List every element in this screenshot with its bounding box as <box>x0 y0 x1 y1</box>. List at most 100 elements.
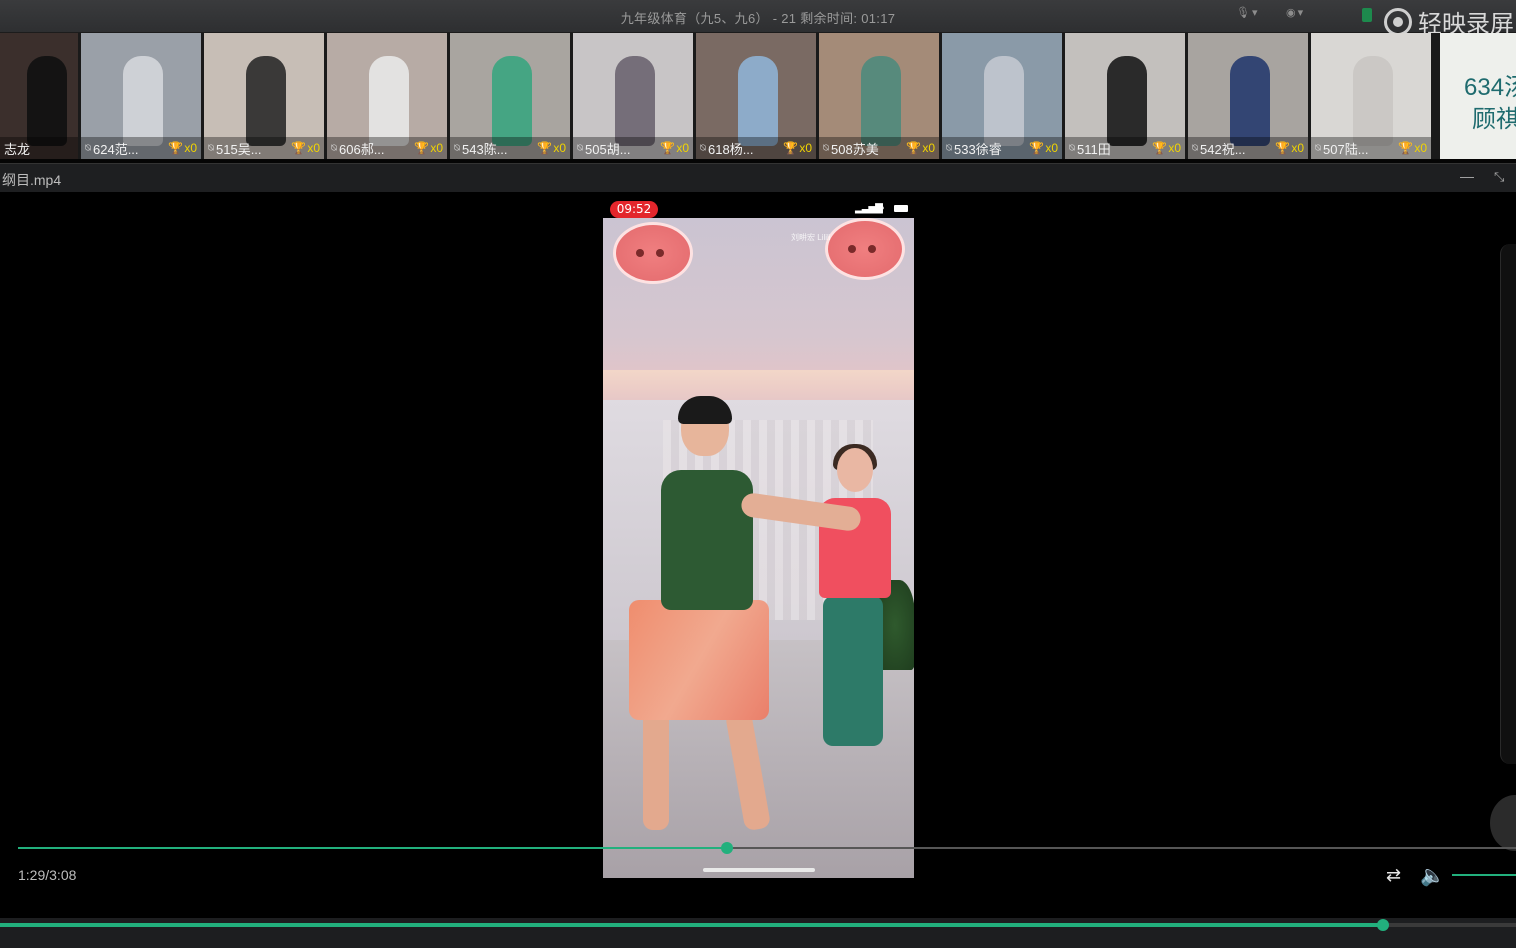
trophy-icon: 🏆 <box>291 141 307 155</box>
participant-video <box>1353 55 1393 146</box>
participant-namebar: ⍉ 505胡... 🏆 x0 <box>573 137 693 159</box>
mic-dropdown[interactable]: 🎙 ▾ <box>1236 6 1258 19</box>
mic-muted-icon: ⍉ <box>1069 142 1075 154</box>
participant-name: 508苏美 <box>831 141 879 157</box>
mic-muted-icon: ⍉ <box>331 142 337 154</box>
title-bar: 九年级体育（九5、九6） - 21 剩余时间: 01:17 🎙 ▾ ◉ ▾ 轻映… <box>0 0 1516 38</box>
participant-namebar: ⍉ 515吴... 🏆 x0 <box>204 137 324 159</box>
seek-bar[interactable] <box>18 842 1516 854</box>
trophy-count: x0 <box>1414 141 1427 155</box>
participant-name: 543陈... <box>462 141 508 157</box>
trophy-count: x0 <box>922 141 935 155</box>
chevron-down-icon: ▾ <box>1251 7 1258 19</box>
dancer-woman <box>809 444 899 748</box>
participant-tile[interactable]: ⍉ 618杨... 🏆 x0 <box>696 33 816 159</box>
mic-muted-icon: ⍉ <box>454 142 460 154</box>
participant-tile[interactable]: ⍉ 507陆... 🏆 x0 <box>1311 33 1431 159</box>
trophy-icon: 🏆 <box>1152 141 1168 155</box>
trophy-count: x0 <box>184 141 197 155</box>
participant-tile[interactable]: ⍉ 543陈... 🏆 x0 <box>450 33 570 159</box>
playback-time: 1:29/3:08 <box>18 867 77 883</box>
mic-muted-icon: ⍉ <box>1315 142 1321 154</box>
participant-tile[interactable]: ⍉ 533徐睿 🏆 x0 <box>942 33 1062 159</box>
record-logo-icon <box>1384 7 1412 36</box>
trophy-count: x0 <box>799 141 812 155</box>
volume-slider[interactable] <box>1452 874 1516 876</box>
participant-video <box>984 55 1024 146</box>
camera-dropdown[interactable]: ◉ ▾ <box>1286 6 1303 19</box>
participant-namebar: ⍉ 533徐睿 🏆 x0 <box>942 137 1062 159</box>
participant-name: 533徐睿 <box>954 141 1002 157</box>
trophy-icon: 🏆 <box>660 141 676 155</box>
participant-name: 505胡... <box>585 141 631 157</box>
edge-panel[interactable] <box>1500 244 1516 764</box>
mic-muted-icon: ⍉ <box>577 142 583 154</box>
participant-tile[interactable]: ⍉ 606郝... 🏆 x0 <box>327 33 447 159</box>
participant-strip: 志龙 ⍉ 624范... 🏆 x0 ⍉ 515吴... 🏆 x0 ⍉ 606郝... 🏆 x0 ⍉ 543陈… <box>0 33 1440 159</box>
dancer-man <box>629 396 863 832</box>
participant-tile[interactable]: 志龙 <box>0 33 78 159</box>
participant-tile[interactable]: ⍉ 505胡... 🏆 x0 <box>573 33 693 159</box>
participant-name: 606郝... <box>339 141 385 157</box>
chevron-down-icon: ▾ <box>1297 7 1304 19</box>
participant-tile[interactable]: ⍉ 508苏美 🏆 x0 <box>819 33 939 159</box>
participant-tile[interactable]: ⍉ 624范... 🏆 x0 <box>81 33 201 159</box>
trophy-icon: 🏆 <box>1029 141 1045 155</box>
participant-video <box>1230 55 1270 146</box>
participant-tile[interactable]: ⍉ 542祝... 🏆 x0 <box>1188 33 1308 159</box>
volume-icon[interactable]: 🔈 <box>1420 863 1445 888</box>
trophy-count: x0 <box>1045 141 1058 155</box>
pig-sticker-icon <box>613 222 693 284</box>
participant-video <box>1107 55 1147 146</box>
participant-namebar: ⍉ 508苏美 🏆 x0 <box>819 137 939 159</box>
home-indicator <box>703 868 815 872</box>
trophy-icon: 🏆 <box>1398 141 1414 155</box>
bottom-progress-area <box>0 918 1516 948</box>
participant-namebar: ⍉ 542祝... 🏆 x0 <box>1188 137 1308 159</box>
mic-muted-icon: ⍉ <box>823 142 829 154</box>
mic-muted-icon: ⍉ <box>208 142 214 154</box>
participant-namebar: ⍉ 606郝... 🏆 x0 <box>327 137 447 159</box>
loop-icon[interactable]: ⇄ <box>1386 865 1401 886</box>
trophy-count: x0 <box>307 141 320 155</box>
mic-muted-icon: ⍉ <box>946 142 952 154</box>
trophy-count: x0 <box>1291 141 1304 155</box>
ceiling <box>603 370 914 400</box>
trophy-icon: 🏆 <box>414 141 430 155</box>
participant-tile[interactable]: ⍉ 515吴... 🏆 x0 <box>204 33 324 159</box>
fullscreen-icon[interactable]: ⤡ <box>1494 169 1504 185</box>
camera-icon: ◉ <box>1286 7 1296 19</box>
trophy-icon: 🏆 <box>1275 141 1291 155</box>
status-indicator <box>1362 8 1372 22</box>
bottom-progress-bar[interactable] <box>0 919 1516 931</box>
seek-bar-fill <box>18 847 728 849</box>
minimize-icon[interactable]: — <box>1460 168 1474 184</box>
participant-video <box>246 55 286 146</box>
participant-tile[interactable]: ⍉ 511田 🏆 x0 <box>1065 33 1185 159</box>
trophy-count: x0 <box>676 141 689 155</box>
participant-name: 515吴... <box>216 141 262 157</box>
mic-muted-icon: ⍉ <box>1192 142 1198 154</box>
participant-video <box>369 55 409 146</box>
side-panel-line1: 634汤 <box>1464 74 1516 101</box>
participant-video <box>27 55 68 146</box>
trophy-count: x0 <box>553 141 566 155</box>
side-panel: 634汤 顾祺 <box>1440 33 1516 159</box>
bottom-progress-handle[interactable] <box>1376 919 1389 931</box>
video-overlay-text: 刘畊宏 Lilili <box>791 233 831 242</box>
participant-name: 志龙 <box>4 141 31 157</box>
bottom-progress-fill <box>0 923 1383 927</box>
trophy-icon: 🏆 <box>906 141 922 155</box>
participant-video <box>123 55 163 146</box>
participant-name: 618杨... <box>708 141 754 157</box>
recording-time-badge: 09:52 <box>610 201 658 218</box>
participant-video <box>492 55 532 146</box>
participant-video <box>738 55 778 146</box>
trophy-count: x0 <box>1168 141 1181 155</box>
player-header: 纲目.mp4 — ⤡ <box>0 163 1516 192</box>
video-filename: 纲目.mp4 <box>2 172 62 188</box>
participant-namebar: ⍉ 618杨... 🏆 x0 <box>696 137 816 159</box>
side-panel-line2: 顾祺 <box>1472 106 1516 133</box>
participant-video <box>615 55 655 146</box>
phone-video-frame: 刘畊宏 Lilili ▂▃▅▇ ◠ 09:52 <box>603 200 914 878</box>
